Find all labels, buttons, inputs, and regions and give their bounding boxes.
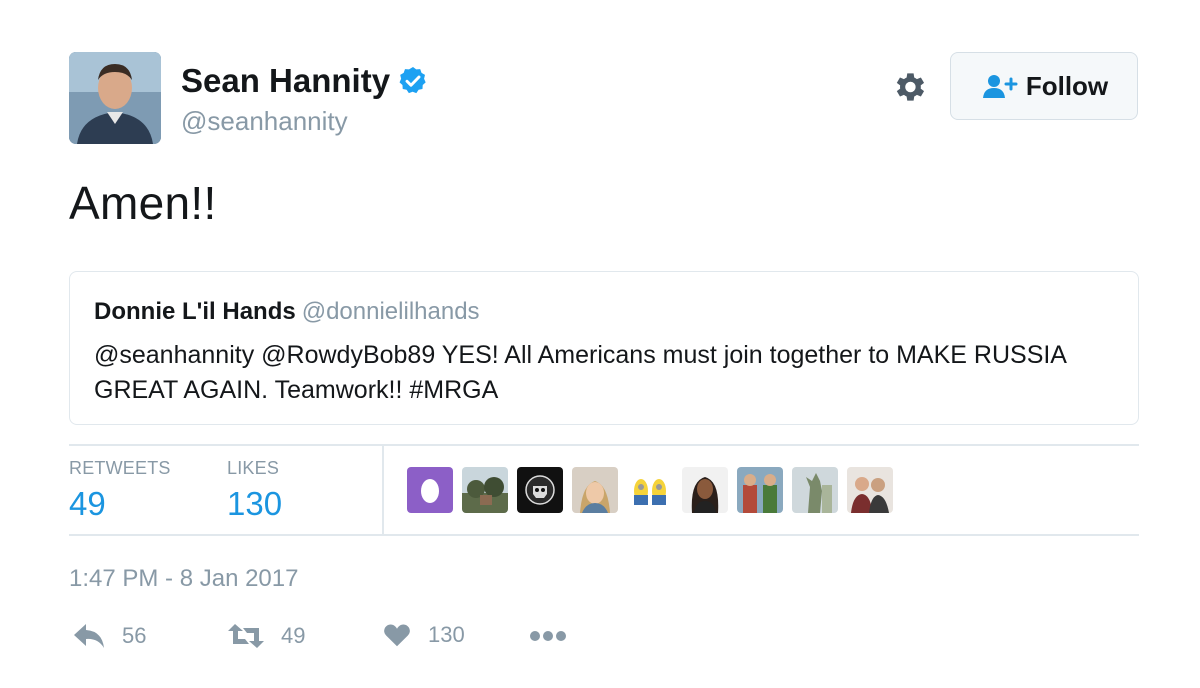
more-icon xyxy=(530,631,566,641)
like-button[interactable]: 130 xyxy=(382,620,465,650)
quoted-tweet-card[interactable]: Donnie L'il Hands @donnielilhands @seanha… xyxy=(69,271,1139,425)
quoted-tweet-text: @seanhannity @RowdyBob89 YES! All Americ… xyxy=(94,341,1066,404)
liker-avatar[interactable] xyxy=(572,467,618,513)
retweets-value: 49 xyxy=(69,485,106,522)
liker-avatar[interactable] xyxy=(407,467,453,513)
quoted-author-name: Donnie L'il Hands xyxy=(94,298,296,325)
more-button[interactable] xyxy=(528,626,568,646)
like-count: 130 xyxy=(428,622,465,647)
liker-avatar[interactable] xyxy=(682,467,728,513)
follow-person-icon xyxy=(982,75,1018,98)
likes-value: 130 xyxy=(227,485,283,522)
likes-label: LIKES xyxy=(227,458,280,478)
tweet-text: Amen!! xyxy=(69,177,217,229)
heart-icon xyxy=(384,624,410,647)
liker-avatar[interactable] xyxy=(627,467,673,513)
retweets-label: RETWEETS xyxy=(69,458,171,478)
liker-avatars xyxy=(407,467,893,513)
author-name-row[interactable]: Sean Hannity xyxy=(181,62,429,100)
retweets-stat[interactable]: RETWEETS 49 xyxy=(69,458,171,523)
verified-badge-icon xyxy=(399,67,426,94)
tweet-timestamp[interactable]: 1:47 PM - 8 Jan 2017 xyxy=(69,565,298,593)
stats-top-divider xyxy=(69,444,1139,446)
reply-button[interactable]: 56 xyxy=(72,620,146,652)
quoted-tweet-header: Donnie L'il Hands @donnielilhands xyxy=(94,298,1114,326)
reply-count: 56 xyxy=(122,623,147,648)
liker-avatar[interactable] xyxy=(462,467,508,513)
author-name[interactable]: Sean Hannity xyxy=(181,62,390,100)
profile-avatar[interactable] xyxy=(69,52,161,144)
retweet-icon xyxy=(228,624,264,648)
gear-icon[interactable] xyxy=(890,68,928,106)
liker-avatar[interactable] xyxy=(792,467,838,513)
stats-vertical-divider xyxy=(382,446,384,534)
author-handle[interactable]: @seanhannity xyxy=(181,106,348,137)
likes-stat[interactable]: LIKES 130 xyxy=(227,458,282,523)
quoted-author-handle: @donnielilhands xyxy=(301,298,480,325)
avatar-image xyxy=(69,52,161,144)
liker-avatar[interactable] xyxy=(847,467,893,513)
reply-icon xyxy=(74,624,104,648)
liker-avatar[interactable] xyxy=(737,467,783,513)
follow-label: Follow xyxy=(1025,70,1109,101)
retweet-count: 49 xyxy=(281,623,306,648)
stats-bottom-divider xyxy=(69,534,1139,536)
follow-button[interactable]: Follow xyxy=(950,52,1138,120)
retweet-button[interactable]: 49 xyxy=(227,620,305,652)
liker-avatar[interactable] xyxy=(517,467,563,513)
